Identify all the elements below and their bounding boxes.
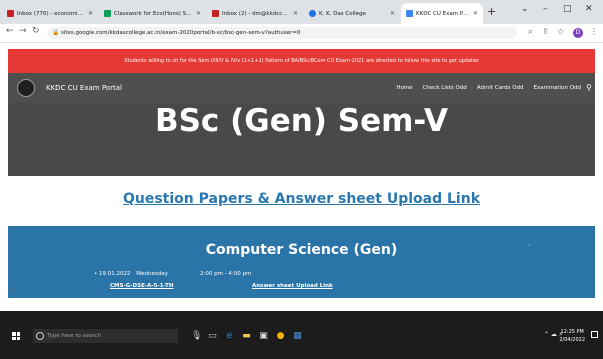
collapse-icon[interactable]: ⌃: [526, 244, 531, 251]
nav-item-admit-cards[interactable]: Admit Cards Odd: [477, 73, 524, 103]
section-title: Computer Science (Gen): [205, 242, 398, 258]
nav-item-check-lists[interactable]: Check Lists Odd: [423, 73, 467, 103]
app-icon[interactable]: ▦: [292, 331, 303, 341]
back-icon[interactable]: ←: [6, 26, 14, 36]
browser-tab-3[interactable]: Inbox (2) - dm@kkdccolleg ✕: [207, 3, 303, 24]
gmail-icon: [212, 10, 219, 17]
site-header: KKDC CU Exam Portal Home Check Lists Odd…: [8, 73, 595, 103]
site-name[interactable]: KKDC CU Exam Portal: [46, 73, 122, 103]
browser-tab-active[interactable]: KKDC CU Exam Portal - BSc ✕: [401, 3, 483, 24]
lock-icon: 🔒: [52, 29, 60, 36]
profile-avatar[interactable]: D: [573, 28, 583, 38]
hero-section: BSc (Gen) Sem-V: [8, 103, 595, 176]
search-icon[interactable]: ⚲: [586, 73, 592, 103]
classroom-icon: [104, 10, 111, 17]
file-explorer-icon[interactable]: ▬: [241, 331, 252, 341]
new-tab-icon[interactable]: +: [487, 5, 496, 18]
close-tab-icon[interactable]: ✕: [473, 10, 478, 17]
url-text: sites.google.com/kkdascollege.ac.in/exam…: [61, 30, 301, 36]
forward-icon[interactable]: →: [19, 26, 27, 36]
microphone-icon[interactable]: 🎙: [191, 331, 202, 341]
browser-tab-4[interactable]: K. K. Das College ✕: [304, 3, 400, 24]
page-title: BSc (Gen) Sem-V: [154, 103, 449, 139]
question-papers-link[interactable]: Question Papers & Answer sheet Upload Li…: [123, 191, 480, 207]
exam-day: Wednesday: [136, 271, 168, 277]
taskbar-search-placeholder: Type here to search: [47, 333, 102, 339]
nav-item-examination[interactable]: Examination Odd: [534, 73, 581, 103]
cortana-icon: [36, 332, 44, 340]
close-tab-icon[interactable]: ✕: [390, 10, 395, 17]
exam-time: 2:00 pm - 4:00 pm: [200, 271, 252, 277]
gmail-icon: [7, 10, 14, 17]
announcement-banner: Students willing to sit for the Sem I/II…: [8, 49, 595, 73]
subject-section: Computer Science (Gen) ⌃ • 19.01.2022 We…: [8, 226, 595, 298]
upload-link-section: Question Papers & Answer sheet Upload Li…: [8, 176, 595, 226]
bookmark-star-icon[interactable]: ☆: [557, 27, 564, 36]
minimize-icon[interactable]: –: [543, 4, 548, 14]
site-nav: Home Check Lists Odd Admit Cards Odd Exa…: [396, 73, 581, 103]
sites-icon: [406, 10, 413, 17]
reload-icon[interactable]: ↻: [32, 26, 40, 36]
taskbar-search-box[interactable]: Type here to search: [33, 329, 178, 343]
clock-date: 2/04/2022: [559, 337, 585, 343]
answer-sheet-link[interactable]: Answer sheet Upload Link: [252, 283, 333, 289]
store-icon[interactable]: ▣: [258, 331, 269, 341]
browser-tab-2[interactable]: Classwork for Eco(Hons) Sem ✕: [99, 3, 206, 24]
browser-tab-strip: Inbox (770) - economics@kk ✕ Classwork f…: [0, 0, 603, 24]
task-view-icon[interactable]: ▭: [207, 331, 218, 341]
close-tab-icon[interactable]: ✕: [88, 10, 93, 17]
close-tab-icon[interactable]: ✕: [196, 10, 201, 17]
share-icon[interactable]: ⇪: [542, 27, 549, 36]
close-tab-icon[interactable]: ✕: [293, 10, 298, 17]
url-field[interactable]: 🔒 sites.google.com/kkdascollege.ac.in/ex…: [47, 27, 517, 39]
notifications-icon[interactable]: [591, 331, 598, 338]
nav-item-home[interactable]: Home: [396, 73, 412, 103]
info-icon[interactable]: ⓘ: [9, 286, 15, 295]
globe-icon: [309, 10, 316, 17]
browser-tab-1[interactable]: Inbox (770) - economics@kk ✕: [2, 3, 98, 24]
paper-code-link[interactable]: CMS-G-DSE-A-5-1-TH: [110, 283, 173, 289]
maximize-icon[interactable]: □: [563, 4, 572, 14]
windows-taskbar: Type here to search 🎙 ▭ e ▬ ▣ ● ▦ ⌃ ☁ ⚡ …: [0, 311, 603, 359]
address-bar-row: ← → ↻ 🔒 sites.google.com/kkdascollege.ac…: [0, 24, 603, 43]
exam-date: • 19.01.2022: [94, 271, 131, 277]
zoom-icon[interactable]: ⌕: [528, 27, 532, 37]
taskbar-clock[interactable]: 12:25 PM 2/04/2022: [559, 328, 585, 344]
edge-icon[interactable]: e: [224, 331, 235, 341]
windows-start-icon[interactable]: [12, 332, 20, 340]
site-logo[interactable]: [17, 79, 35, 97]
exam-links-row: CMS-G-DSE-A-5-1-TH Answer sheet Upload L…: [110, 283, 333, 289]
tab-search-icon[interactable]: ⌄: [521, 4, 529, 14]
menu-icon[interactable]: ⋮: [590, 27, 598, 36]
page-bottom-area: [0, 298, 603, 310]
clock-time: 12:25 PM: [560, 329, 584, 335]
chrome-icon[interactable]: ●: [275, 331, 286, 341]
close-window-icon[interactable]: ✕: [585, 4, 593, 14]
